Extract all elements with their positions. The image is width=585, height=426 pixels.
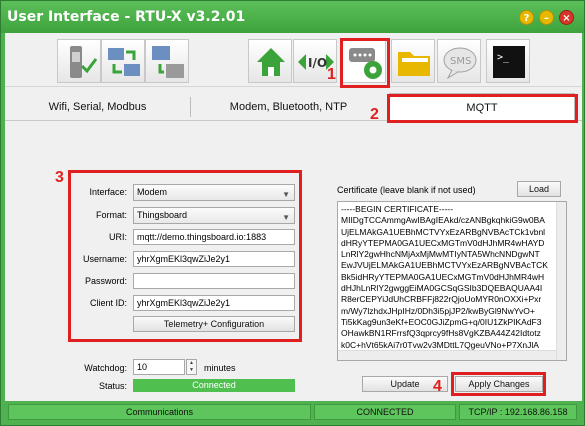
annotation-number-2: 2 bbox=[370, 106, 379, 123]
status-connection: CONNECTED bbox=[314, 404, 456, 420]
certificate-line: LnRlY2gwHhcNMjAxMjMwMTIyNTA5WhcNNDgwNT bbox=[341, 249, 540, 260]
certificate-line: dHJhLnRlY2gwggEiMA0GCSqGSIb3DQEBAQUAA4I bbox=[341, 283, 543, 294]
toolbar-button-sms[interactable]: SMS bbox=[437, 39, 481, 83]
import-export-icon bbox=[108, 48, 140, 76]
folder-icon bbox=[398, 52, 430, 76]
certificate-line: -----BEGIN CERTIFICATE----- bbox=[341, 204, 454, 214]
highlight-box-3 bbox=[68, 170, 302, 342]
annotation-number-4: 4 bbox=[433, 378, 442, 395]
toolbar-button-terminal[interactable]: >_ bbox=[486, 39, 530, 83]
app-window: User Interface - RTU-X v3.2.01 ? – × I/O… bbox=[0, 0, 585, 426]
watchdog-spinner[interactable]: ▲ ▼ bbox=[186, 359, 197, 375]
svg-text:SMS: SMS bbox=[450, 56, 471, 67]
toolbar-button-folder[interactable] bbox=[391, 39, 435, 83]
certificate-label: Certificate (leave blank if not used) bbox=[337, 185, 476, 195]
toolbar-button-import-export[interactable] bbox=[101, 39, 145, 83]
toolbar: I/O SMS >_ bbox=[5, 33, 582, 87]
certificate-textarea[interactable]: -----BEGIN CERTIFICATE----- MIIDgTCCAmmg… bbox=[337, 201, 567, 361]
toolbar-button-switch-connect[interactable] bbox=[57, 39, 101, 83]
load-certificate-button[interactable]: Load bbox=[517, 181, 561, 197]
certificate-vertical-scrollbar[interactable] bbox=[556, 202, 566, 360]
status-bar: Communications CONNECTED TCP/IP : 192.16… bbox=[4, 402, 581, 422]
svg-text:>_: >_ bbox=[497, 52, 510, 63]
certificate-line: R8erCEPYiJdUhCRBFFj822rQjoUoMYR0nOXXi+Px… bbox=[341, 294, 542, 305]
tab-modem-bluetooth-ntp[interactable]: Modem, Bluetooth, NTP bbox=[191, 93, 386, 121]
certificate-line: OHawkBN1RFrrsfQ3qprcy9fHs8VgKZBA44Z42Idt… bbox=[341, 328, 541, 339]
toolbar-button-rtu-transfer[interactable] bbox=[145, 39, 189, 83]
certificate-line: MIIDgTCCAmmgAwIBAgIEAkd/czANBgkqhkiG9w0B… bbox=[341, 215, 545, 226]
certificate-line: dHRyYTEPMA0GA1UECxMGTmV0dHJhMR4wHAYD bbox=[341, 237, 545, 248]
title-bar: User Interface - RTU-X v3.2.01 ? – × bbox=[1, 1, 584, 33]
highlight-box-2 bbox=[387, 94, 578, 123]
help-button[interactable]: ? bbox=[519, 10, 534, 25]
watchdog-label: Watchdog: bbox=[84, 363, 127, 373]
minimize-button[interactable]: – bbox=[539, 10, 554, 25]
sms-icon: SMS bbox=[443, 47, 477, 80]
close-button[interactable]: × bbox=[559, 10, 574, 25]
certificate-line: Bk5idHRyYTEPMA0GA1UECxMGTmV0dHJhMR4wH bbox=[341, 271, 545, 282]
certificate-text: -----BEGIN CERTIFICATE----- MIIDgTCCAmmg… bbox=[338, 202, 566, 351]
status-address: TCP/IP : 192.168.86.158 bbox=[459, 404, 577, 420]
switch-connect-icon bbox=[70, 46, 98, 78]
highlight-box-1 bbox=[340, 38, 390, 88]
main-content: I/O SMS >_ Wifi, Serial, Modbus Modem, B… bbox=[5, 33, 582, 401]
watchdog-unit: minutes bbox=[204, 363, 236, 373]
rtu-transfer-icon bbox=[152, 46, 184, 78]
tab-wifi-serial-modbus[interactable]: Wifi, Serial, Modbus bbox=[5, 93, 190, 121]
highlight-box-4 bbox=[451, 372, 546, 396]
certificate-line: UjELMAkGA1UEBhMCTVYxEzARBgNVBAcTCk1vbnl bbox=[341, 226, 546, 237]
certificate-horizontal-scrollbar[interactable] bbox=[338, 350, 556, 360]
status-label: Status: bbox=[98, 381, 127, 391]
annotation-number-1: 1 bbox=[327, 66, 336, 83]
toolbar-button-home[interactable] bbox=[248, 39, 292, 83]
svg-text:I/O: I/O bbox=[308, 56, 327, 70]
status-badge: Connected bbox=[133, 379, 295, 392]
window-title: User Interface - RTU-X v3.2.01 bbox=[7, 9, 246, 25]
certificate-line: m/Wy7lzhdxJHpIHz/0Dh3i5pjJP2/kwByGl9NwYv… bbox=[341, 305, 535, 316]
certificate-line: Ti5kKag9un3eKf+EOC0GJiZpmG+q/0IU1ZkPIKAd… bbox=[341, 316, 542, 327]
watchdog-input[interactable]: 10 bbox=[133, 359, 185, 375]
terminal-icon: >_ bbox=[493, 46, 525, 78]
certificate-line: EwJVUjELMAkGA1UEBhMCTVYxEzARBgNVBAcTCK bbox=[341, 260, 548, 271]
home-icon bbox=[257, 48, 285, 76]
status-section: Communications bbox=[8, 404, 311, 420]
annotation-number-3: 3 bbox=[55, 169, 64, 186]
